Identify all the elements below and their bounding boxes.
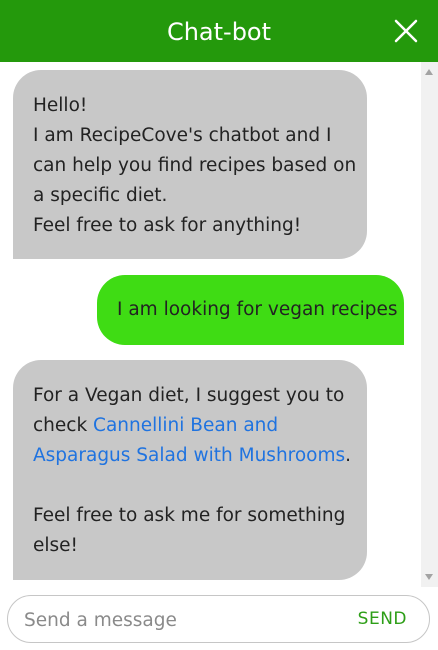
chat-header: Chat-bot [0, 0, 438, 62]
message-text: I am looking for vegan recipes [117, 299, 398, 320]
recipe-link[interactable]: Cannellini Bean and [93, 415, 278, 436]
send-button[interactable]: SEND [358, 596, 407, 642]
scroll-up-arrow-icon[interactable] [425, 69, 433, 75]
user-message: I am looking for vegan recipes [97, 275, 404, 345]
chat-title: Chat-bot [166, 18, 272, 46]
message-line: check Cannellini Bean and [33, 411, 347, 441]
message-line: Feel free to ask for anything! [33, 215, 302, 236]
message-line: Feel free to ask me for something [33, 505, 346, 526]
message-line: a specific diet. [33, 185, 168, 206]
message-text: . [345, 445, 352, 466]
message-line: Hello! [33, 95, 88, 116]
message-input-box: SEND [7, 595, 430, 643]
scrollbar[interactable] [421, 62, 438, 587]
message-line: I am RecipeCove's chatbot and I [33, 125, 332, 146]
message-line: can help you find recipes based on [33, 155, 357, 176]
close-button[interactable] [392, 17, 420, 45]
message-text: check [33, 415, 94, 436]
composer: SEND [0, 587, 438, 650]
close-icon [394, 19, 418, 43]
message-line: Asparagus Salad with Mushrooms. [33, 441, 351, 471]
message-input[interactable] [22, 604, 326, 636]
message-line: For a Vegan diet, I suggest you to [33, 385, 345, 406]
recipe-link[interactable]: Asparagus Salad with Mushrooms [33, 445, 345, 466]
message-list[interactable]: Hello! I am RecipeCove's chatbot and I c… [0, 62, 421, 587]
bot-message: For a Vegan diet, I suggest you to check… [13, 360, 367, 580]
scroll-down-arrow-icon[interactable] [425, 574, 433, 580]
message-line: else! [33, 535, 78, 556]
bot-message: Hello! I am RecipeCove's chatbot and I c… [13, 70, 367, 259]
